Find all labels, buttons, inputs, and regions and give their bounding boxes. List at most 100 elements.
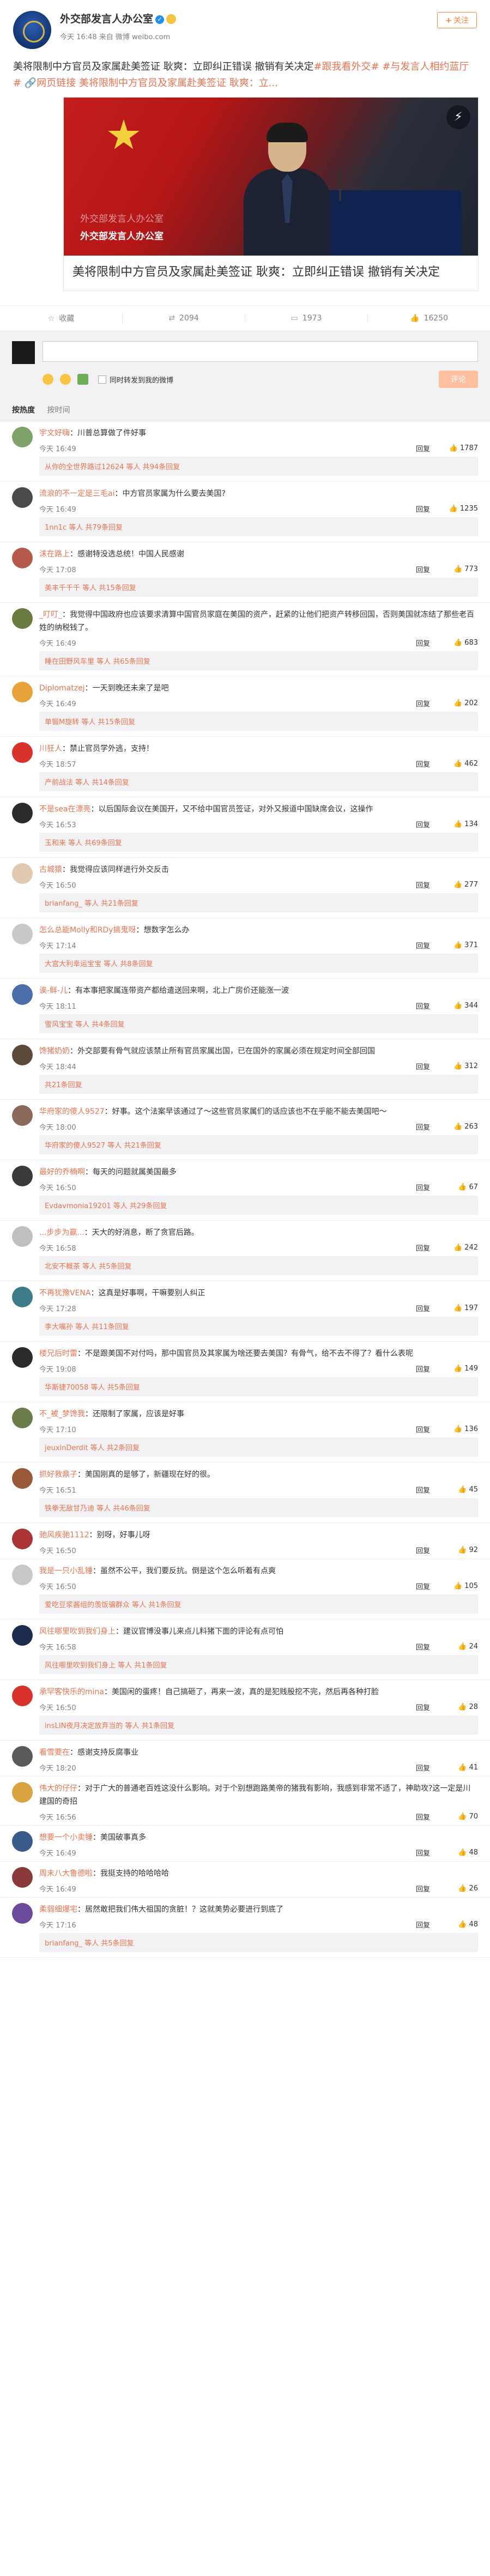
commenter-avatar[interactable] <box>12 1045 33 1065</box>
more-replies[interactable]: 大宫大利幸运宝宝 等人 共8条回复 <box>39 954 478 973</box>
commenter-avatar[interactable] <box>12 1903 33 1924</box>
like-button[interactable]: 👍 16250 <box>368 314 490 323</box>
commenter-avatar[interactable] <box>12 1408 33 1428</box>
commenter-avatar[interactable] <box>12 984 33 1005</box>
commenter-name[interactable]: 最好的乔楠啊 <box>39 1168 85 1177</box>
commenter-avatar[interactable] <box>12 1287 33 1307</box>
comment-like-button[interactable]: 👍 48 <box>439 1848 478 1857</box>
flash-icon[interactable]: ⚡ <box>446 105 470 129</box>
more-replies-link[interactable]: 铁拳无敌甘乃迪 等人 共46条回复 <box>45 1505 150 1513</box>
more-replies-link[interactable]: 睡在田野风车里 等人 共65条回复 <box>45 658 150 666</box>
commenter-avatar[interactable] <box>12 1831 33 1852</box>
comment-like-button[interactable]: 👍 242 <box>439 1244 478 1252</box>
more-replies[interactable]: 李大嘴孙 等人 共11条回复 <box>39 1317 478 1336</box>
comment-like-button[interactable]: 👍 67 <box>439 1183 478 1191</box>
more-replies[interactable]: jeuxinDerdit 等人 共2条回复 <box>39 1438 478 1457</box>
commenter-avatar[interactable] <box>12 1529 33 1549</box>
commenter-avatar[interactable] <box>12 608 33 629</box>
post-link[interactable]: 网页链接 <box>37 77 76 89</box>
more-replies[interactable]: 北安不概茶 等人 共5条回复 <box>39 1256 478 1275</box>
reply-button[interactable]: 回复 <box>416 819 430 829</box>
commenter-name[interactable]: 流浪的不一定是三毛ai <box>39 489 114 498</box>
more-replies-link[interactable]: 玉和来 等人 共69条回复 <box>45 839 122 847</box>
more-replies-link[interactable]: 美丰千千千 等人 共15条回复 <box>45 584 136 592</box>
more-replies[interactable]: 风往哪里吹到我们身上 等人 共1条回复 <box>39 1655 478 1674</box>
reply-button[interactable]: 回复 <box>416 1122 430 1132</box>
comment-like-button[interactable]: 👍 105 <box>439 1582 478 1590</box>
commenter-name[interactable]: 想要一个小卖锤 <box>39 1833 93 1842</box>
commenter-name[interactable]: 馋猪奶奶 <box>39 1047 70 1056</box>
commenter-name[interactable]: 川狂人 <box>39 744 62 753</box>
commenter-avatar[interactable] <box>12 742 33 763</box>
reply-button[interactable]: 回复 <box>416 1061 430 1071</box>
comment-like-button[interactable]: 👍 773 <box>439 565 478 573</box>
commenter-name[interactable]: 我是一只小乱锤 <box>39 1567 93 1575</box>
comment-like-button[interactable]: 👍 462 <box>439 760 478 768</box>
commenter-avatar[interactable] <box>12 924 33 944</box>
more-replies-link[interactable]: jeuxinDerdit 等人 共2条回复 <box>45 1444 140 1452</box>
more-replies-link[interactable]: 共21条回复 <box>45 1081 82 1089</box>
reply-button[interactable]: 回复 <box>416 638 430 648</box>
more-replies[interactable]: 单锻M旋转 等人 共15条回复 <box>39 712 478 731</box>
commenter-avatar[interactable] <box>12 1105 33 1126</box>
more-replies[interactable]: 雪风宝宝 等人 共4条回复 <box>39 1014 478 1033</box>
comment-like-button[interactable]: 👍 683 <box>439 639 478 647</box>
more-replies-link[interactable]: 单锻M旋转 等人 共15条回复 <box>45 718 135 726</box>
more-replies-link[interactable]: 李大嘴孙 等人 共11条回复 <box>45 1323 129 1331</box>
reply-button[interactable]: 回复 <box>416 1303 430 1313</box>
commenter-name[interactable]: 怎么总能Molly和RDy搞鬼呀 <box>39 926 136 935</box>
reply-button[interactable]: 回复 <box>416 1182 430 1192</box>
more-replies-link[interactable]: 爱吃豆浆酱组的羡饭骗群众 等人 共1条回复 <box>45 1601 182 1609</box>
reply-button[interactable]: 回复 <box>416 1363 430 1374</box>
commenter-avatar[interactable] <box>12 1686 33 1706</box>
more-replies-link[interactable]: brianfang_ 等人 共5条回复 <box>45 1939 134 1948</box>
reply-button[interactable]: 回复 <box>416 880 430 890</box>
reply-button[interactable]: 回复 <box>416 1641 430 1652</box>
commenter-avatar[interactable] <box>12 1746 33 1767</box>
submit-comment-button[interactable]: 评论 <box>439 371 478 388</box>
comment-like-button[interactable]: 👍 149 <box>439 1365 478 1373</box>
commenter-name[interactable]: 柔弱细爆宅 <box>39 1905 77 1914</box>
more-replies-link[interactable]: 华斯捷70058 等人 共5条回复 <box>45 1384 140 1392</box>
commenter-name[interactable]: 伟大的仔仔 <box>39 1784 77 1793</box>
reply-button[interactable]: 回复 <box>416 443 430 453</box>
commenter-avatar[interactable] <box>12 548 33 568</box>
reply-button[interactable]: 回复 <box>416 1424 430 1434</box>
comment-like-button[interactable]: 👍 1787 <box>439 444 478 452</box>
commenter-name[interactable]: 华府家的傻人9527 <box>39 1107 105 1116</box>
comment-like-button[interactable]: 👍 371 <box>439 941 478 949</box>
commenter-name[interactable]: 楼兄后时雷 <box>39 1349 77 1358</box>
more-replies[interactable]: brianfang_ 等人 共5条回复 <box>39 1933 478 1952</box>
comment-like-button[interactable]: 👍 312 <box>439 1062 478 1070</box>
more-replies[interactable]: 美丰千千千 等人 共15条回复 <box>39 578 478 597</box>
commenter-avatar[interactable] <box>12 803 33 823</box>
reply-button[interactable]: 回复 <box>416 1001 430 1011</box>
more-replies[interactable]: 共21条回复 <box>39 1075 478 1094</box>
comment-button[interactable]: ▭ 1973 <box>245 314 368 323</box>
more-replies-link[interactable]: 大宫大利幸运宝宝 等人 共8条回复 <box>45 960 153 968</box>
author-name[interactable]: 外交部发言人办公室 <box>60 13 153 25</box>
commenter-name[interactable]: _叮叮_ <box>39 610 62 619</box>
commenter-name[interactable]: 驰风疾驰1112 <box>39 1531 89 1539</box>
commenter-avatar[interactable] <box>12 427 33 447</box>
author-avatar[interactable] <box>13 11 51 49</box>
sort-time-tab[interactable]: 按时间 <box>47 406 70 415</box>
reply-button[interactable]: 回复 <box>416 1581 430 1591</box>
reply-button[interactable]: 回复 <box>416 1762 430 1773</box>
commenter-avatar[interactable] <box>12 1468 33 1489</box>
comment-like-button[interactable]: 👍 28 <box>439 1703 478 1711</box>
reply-button[interactable]: 回复 <box>416 1847 430 1858</box>
card-title[interactable]: 美将限制中方官员及家属赴美签证 耿爽：立即纠正错误 撤销有关决定 <box>64 256 478 290</box>
reply-button[interactable]: 回复 <box>416 1811 430 1822</box>
commenter-avatar[interactable] <box>12 1166 33 1186</box>
more-replies-link[interactable]: 1nn1c 等人 共79条回复 <box>45 524 123 532</box>
comment-like-button[interactable]: 👍 277 <box>439 881 478 889</box>
comment-like-button[interactable]: 👍 344 <box>439 1002 478 1010</box>
more-replies-link[interactable]: 从你的全世界路过12624 等人 共94条回复 <box>45 463 180 471</box>
reply-button[interactable]: 回复 <box>416 1242 430 1253</box>
reply-button[interactable]: 回复 <box>416 940 430 950</box>
commenter-avatar[interactable] <box>12 487 33 508</box>
post-link-detail[interactable]: 美将限制中方官员及家属赴美签证 耿爽：立... <box>79 77 278 89</box>
more-replies[interactable]: 从你的全世界路过12624 等人 共94条回复 <box>39 457 478 476</box>
reply-button[interactable]: 回复 <box>416 564 430 574</box>
